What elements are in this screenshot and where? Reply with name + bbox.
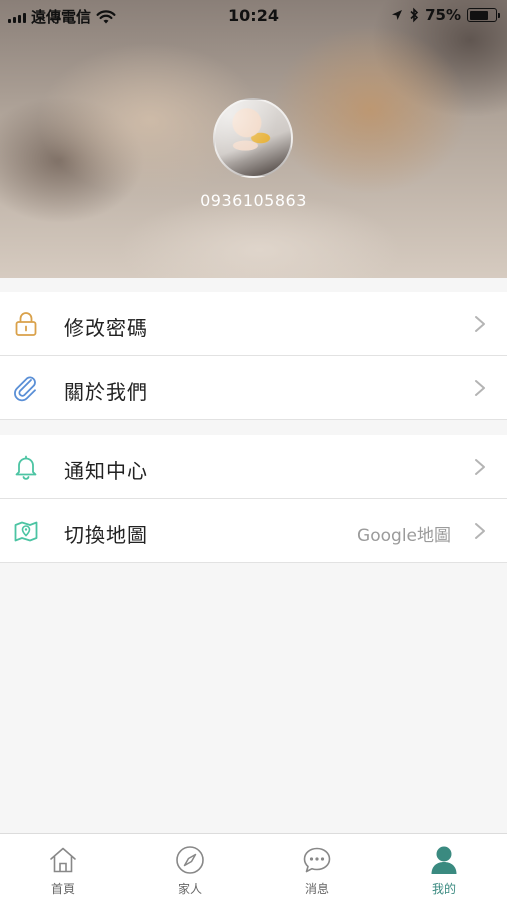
location-arrow-icon bbox=[392, 10, 403, 20]
bell-icon bbox=[15, 455, 37, 480]
tab-home[interactable]: 首頁 bbox=[0, 834, 126, 900]
chevron-right-icon bbox=[475, 523, 485, 539]
chevron-right-icon bbox=[475, 316, 485, 332]
chevron-right-icon bbox=[475, 459, 485, 475]
tab-label: 家人 bbox=[177, 882, 202, 896]
menu-item-switch-map[interactable]: 切換地圖 Google地圖 bbox=[0, 499, 507, 563]
current-map-value: Google地圖 bbox=[357, 526, 451, 546]
profile-screen: 遠傳電信 10:24 75% 0936105863 修改密碼 關於我們 通知中心… bbox=[0, 0, 507, 900]
tab-mine[interactable]: 我的 bbox=[381, 834, 507, 900]
compass-icon bbox=[176, 846, 204, 874]
menu-item-label: 切換地圖 bbox=[64, 523, 148, 547]
map-icon bbox=[14, 521, 38, 542]
menu-item-about-us[interactable]: 關於我們 bbox=[0, 356, 507, 420]
lock-icon bbox=[15, 312, 37, 336]
avatar[interactable] bbox=[213, 98, 293, 178]
menu-item-notification-center[interactable]: 通知中心 bbox=[0, 435, 507, 499]
menu-item-label: 通知中心 bbox=[64, 459, 148, 483]
phone-number: 0936105863 bbox=[200, 191, 307, 210]
paperclip-icon bbox=[14, 376, 36, 402]
status-right: 75% bbox=[391, 6, 500, 24]
battery-percent: 75% bbox=[425, 6, 461, 24]
tab-label: 首頁 bbox=[50, 882, 75, 896]
status-bar: 遠傳電信 10:24 75% bbox=[0, 0, 507, 30]
menu-group-settings: 通知中心 切換地圖 Google地圖 bbox=[0, 435, 507, 563]
chevron-right-icon bbox=[475, 380, 485, 396]
tab-family[interactable]: 家人 bbox=[127, 834, 253, 900]
menu-group-account: 修改密碼 關於我們 bbox=[0, 292, 507, 420]
avatar-photo bbox=[215, 100, 291, 176]
menu-item-change-password[interactable]: 修改密碼 bbox=[0, 292, 507, 356]
battery-icon bbox=[467, 8, 500, 22]
chat-icon bbox=[303, 847, 331, 873]
bluetooth-icon bbox=[410, 7, 419, 23]
profile-header: 遠傳電信 10:24 75% 0936105863 bbox=[0, 0, 507, 278]
menu-item-label: 修改密碼 bbox=[64, 316, 148, 340]
battery-fill bbox=[469, 10, 489, 20]
person-icon bbox=[431, 846, 457, 874]
tab-label: 消息 bbox=[304, 882, 329, 896]
menu-item-label: 關於我們 bbox=[64, 380, 148, 404]
home-icon bbox=[50, 847, 76, 873]
tab-messages[interactable]: 消息 bbox=[254, 834, 380, 900]
tab-label: 我的 bbox=[431, 882, 456, 896]
tab-bar: 首頁 家人 消息 我的 bbox=[0, 833, 507, 900]
